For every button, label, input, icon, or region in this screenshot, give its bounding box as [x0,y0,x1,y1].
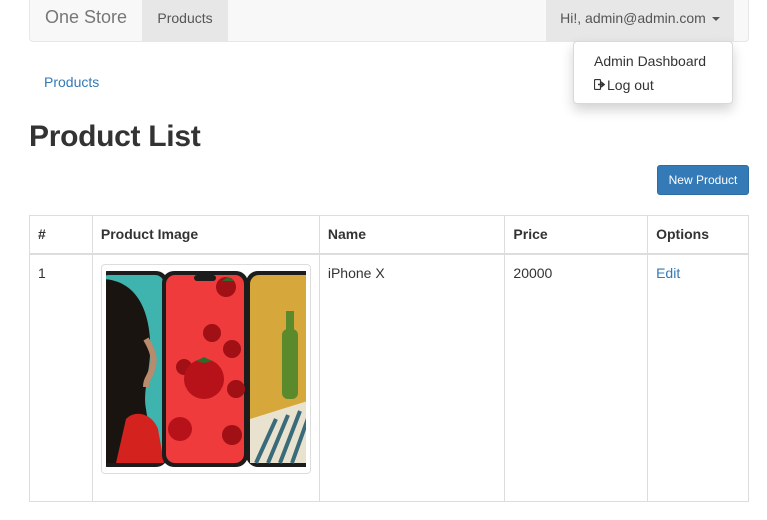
page-title: Product List [29,120,201,153]
logout-icon [593,77,607,97]
breadcrumb-products[interactable]: Products [44,72,99,92]
user-menu-label: Hi!, admin@admin.com [560,10,706,26]
table-row: 1 iPhone X 20000 Edit [29,253,749,502]
nav-item-products-label: Products [157,10,213,26]
header-options: Options [647,215,749,255]
menu-item-log-out[interactable]: Log out [574,74,732,100]
cell-number: 1 [29,253,93,502]
header-name: Name [318,215,506,255]
menu-item-admin-dashboard[interactable]: Admin Dashboard [574,48,732,74]
cell-product-image [91,253,320,502]
brand-link[interactable]: One Store [45,7,127,27]
edit-link[interactable]: Edit [656,265,680,281]
nav-item-products[interactable]: Products [142,0,228,41]
cell-options: Edit [647,253,749,502]
header-price: Price [504,215,649,255]
new-product-button-label: New Product [668,173,738,187]
products-table: # Product Image Name Price Options 1 iPh… [29,215,749,502]
new-product-button[interactable]: New Product [657,165,749,195]
cell-price: 20000 [504,253,649,502]
cell-name: iPhone X [318,253,506,502]
user-menu-toggle[interactable]: Hi!, admin@admin.com [546,0,734,41]
header-product-image: Product Image [91,215,320,255]
top-navbar: One Store Products Hi!, admin@admin.com [29,0,749,42]
table-header-row: # Product Image Name Price Options [29,215,749,255]
menu-item-log-out-label: Log out [607,77,654,93]
product-thumbnail [100,263,311,474]
user-dropdown-menu: Admin Dashboard Log out [573,41,733,104]
menu-item-admin-dashboard-label: Admin Dashboard [594,53,707,69]
phone-product-image [105,270,306,467]
caret-down-icon [711,17,720,22]
header-number: # [29,215,93,255]
